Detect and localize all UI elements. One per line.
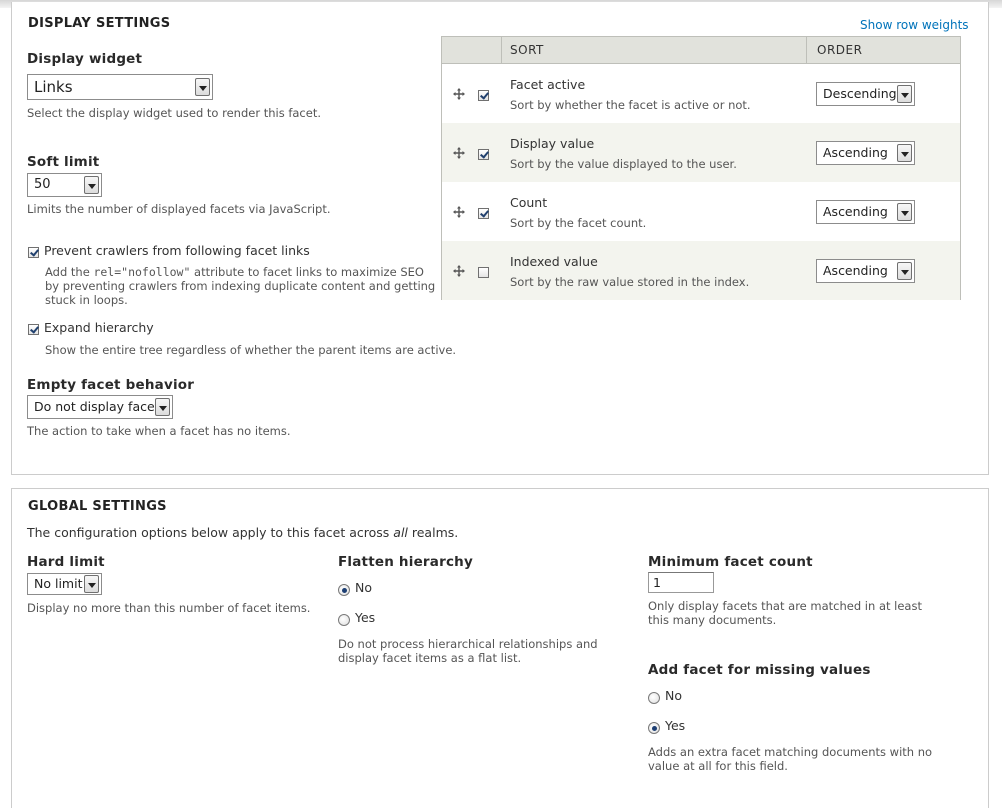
minimum-facet-count-description: Only display facets that are matched in …	[648, 599, 922, 627]
header-divider	[806, 37, 807, 63]
missing-values-description: Adds an extra facet matching documents w…	[648, 745, 933, 773]
order-column-header: ORDER	[817, 43, 863, 57]
sort-row: Indexed value Sort by the raw value store…	[442, 241, 960, 300]
sort-enable-checkbox[interactable]	[478, 149, 489, 160]
hard-limit-label: Hard limit	[27, 554, 105, 570]
sort-order-select[interactable]: Ascending	[816, 141, 915, 165]
display-settings-legend: DISPLAY SETTINGS	[28, 16, 171, 31]
sort-table-header: SORT ORDER	[442, 37, 960, 64]
minimum-facet-count-label: Minimum facet count	[648, 554, 813, 570]
chevron-down-icon	[195, 78, 210, 96]
drag-handle-icon[interactable]	[453, 147, 465, 159]
soft-limit-label: Soft limit	[27, 154, 100, 170]
missing-values-no-radio[interactable]	[648, 692, 660, 704]
sort-column-header: SORT	[510, 43, 544, 57]
sort-row-description: Sort by the raw value stored in the inde…	[510, 275, 750, 289]
missing-values-label: Add facet for missing values	[648, 662, 871, 678]
expand-hierarchy-description: Show the entire tree regardless of wheth…	[45, 343, 457, 357]
prevent-crawlers-checkbox[interactable]	[28, 247, 39, 258]
sort-row-description: Sort by the value displayed to the user.	[510, 157, 737, 171]
sort-row-description: Sort by the facet count.	[510, 216, 647, 230]
chevron-down-icon	[897, 85, 912, 103]
soft-limit-select[interactable]: 50	[27, 173, 102, 197]
hard-limit-description: Display no more than this number of face…	[27, 601, 311, 615]
prevent-crawlers-label[interactable]: Prevent crawlers from following facet li…	[44, 243, 310, 258]
display-widget-select[interactable]: Links	[27, 74, 213, 100]
global-settings-intro: The configuration options below apply to…	[27, 525, 459, 540]
drag-handle-icon[interactable]	[453, 88, 465, 100]
chevron-down-icon	[897, 262, 912, 280]
empty-facet-behavior-label: Empty facet behavior	[27, 377, 195, 393]
sort-enable-checkbox[interactable]	[478, 208, 489, 219]
global-settings-legend: GLOBAL SETTINGS	[28, 499, 167, 514]
sort-enable-checkbox[interactable]	[478, 267, 489, 278]
chevron-down-icon	[84, 176, 99, 194]
expand-hierarchy-checkbox[interactable]	[28, 324, 39, 335]
sort-row: Count Sort by the facet count. Ascending	[442, 182, 960, 241]
flatten-hierarchy-yes-radio[interactable]	[338, 614, 350, 626]
sort-order-select[interactable]: Ascending	[816, 200, 915, 224]
drag-handle-icon[interactable]	[453, 265, 465, 277]
prevent-crawlers-description: Add the rel="nofollow" attribute to face…	[45, 265, 436, 307]
missing-values-yes-radio[interactable]	[648, 722, 660, 734]
expand-hierarchy-label[interactable]: Expand hierarchy	[44, 320, 154, 335]
flatten-hierarchy-description: Do not process hierarchical relationship…	[338, 637, 598, 665]
chevron-down-icon	[897, 144, 912, 162]
header-divider	[501, 37, 502, 63]
sort-row: Display value Sort by the value displayed…	[442, 123, 960, 182]
sort-row-title: Indexed value	[510, 254, 598, 269]
hard-limit-select[interactable]: No limit	[27, 573, 102, 595]
sort-order-select[interactable]: Ascending	[816, 259, 915, 283]
show-row-weights-link[interactable]: Show row weights	[860, 18, 969, 32]
sort-row-title: Count	[510, 195, 548, 210]
sort-row: Facet active Sort by whether the facet is…	[442, 64, 960, 123]
display-widget-description: Select the display widget used to render…	[27, 106, 321, 120]
sort-enable-checkbox[interactable]	[478, 90, 489, 101]
chevron-down-icon	[897, 203, 912, 221]
sort-row-title: Display value	[510, 136, 595, 151]
flatten-hierarchy-yes-label[interactable]: Yes	[355, 610, 375, 625]
empty-facet-behavior-description: The action to take when a facet has no i…	[27, 424, 291, 438]
missing-values-no-label[interactable]: No	[665, 688, 682, 703]
sort-row-title: Facet active	[510, 77, 586, 92]
missing-values-yes-label[interactable]: Yes	[665, 718, 685, 733]
sort-table: SORT ORDER Facet active Sort by whether t…	[441, 36, 961, 300]
flatten-hierarchy-label: Flatten hierarchy	[338, 554, 473, 570]
flatten-hierarchy-no-label[interactable]: No	[355, 580, 372, 595]
flatten-hierarchy-no-radio[interactable]	[338, 584, 350, 596]
sort-order-select[interactable]: Descending	[816, 82, 915, 106]
minimum-facet-count-input[interactable]	[648, 572, 714, 593]
soft-limit-description: Limits the number of displayed facets vi…	[27, 202, 331, 216]
chevron-down-icon	[155, 398, 170, 416]
empty-facet-behavior-select[interactable]: Do not display facet	[27, 395, 173, 419]
display-widget-label: Display widget	[27, 51, 143, 67]
drag-handle-icon[interactable]	[453, 206, 465, 218]
chevron-down-icon	[84, 575, 99, 593]
sort-row-description: Sort by whether the facet is active or n…	[510, 98, 751, 112]
global-settings-fieldset: GLOBAL SETTINGS The configuration option…	[11, 488, 989, 808]
